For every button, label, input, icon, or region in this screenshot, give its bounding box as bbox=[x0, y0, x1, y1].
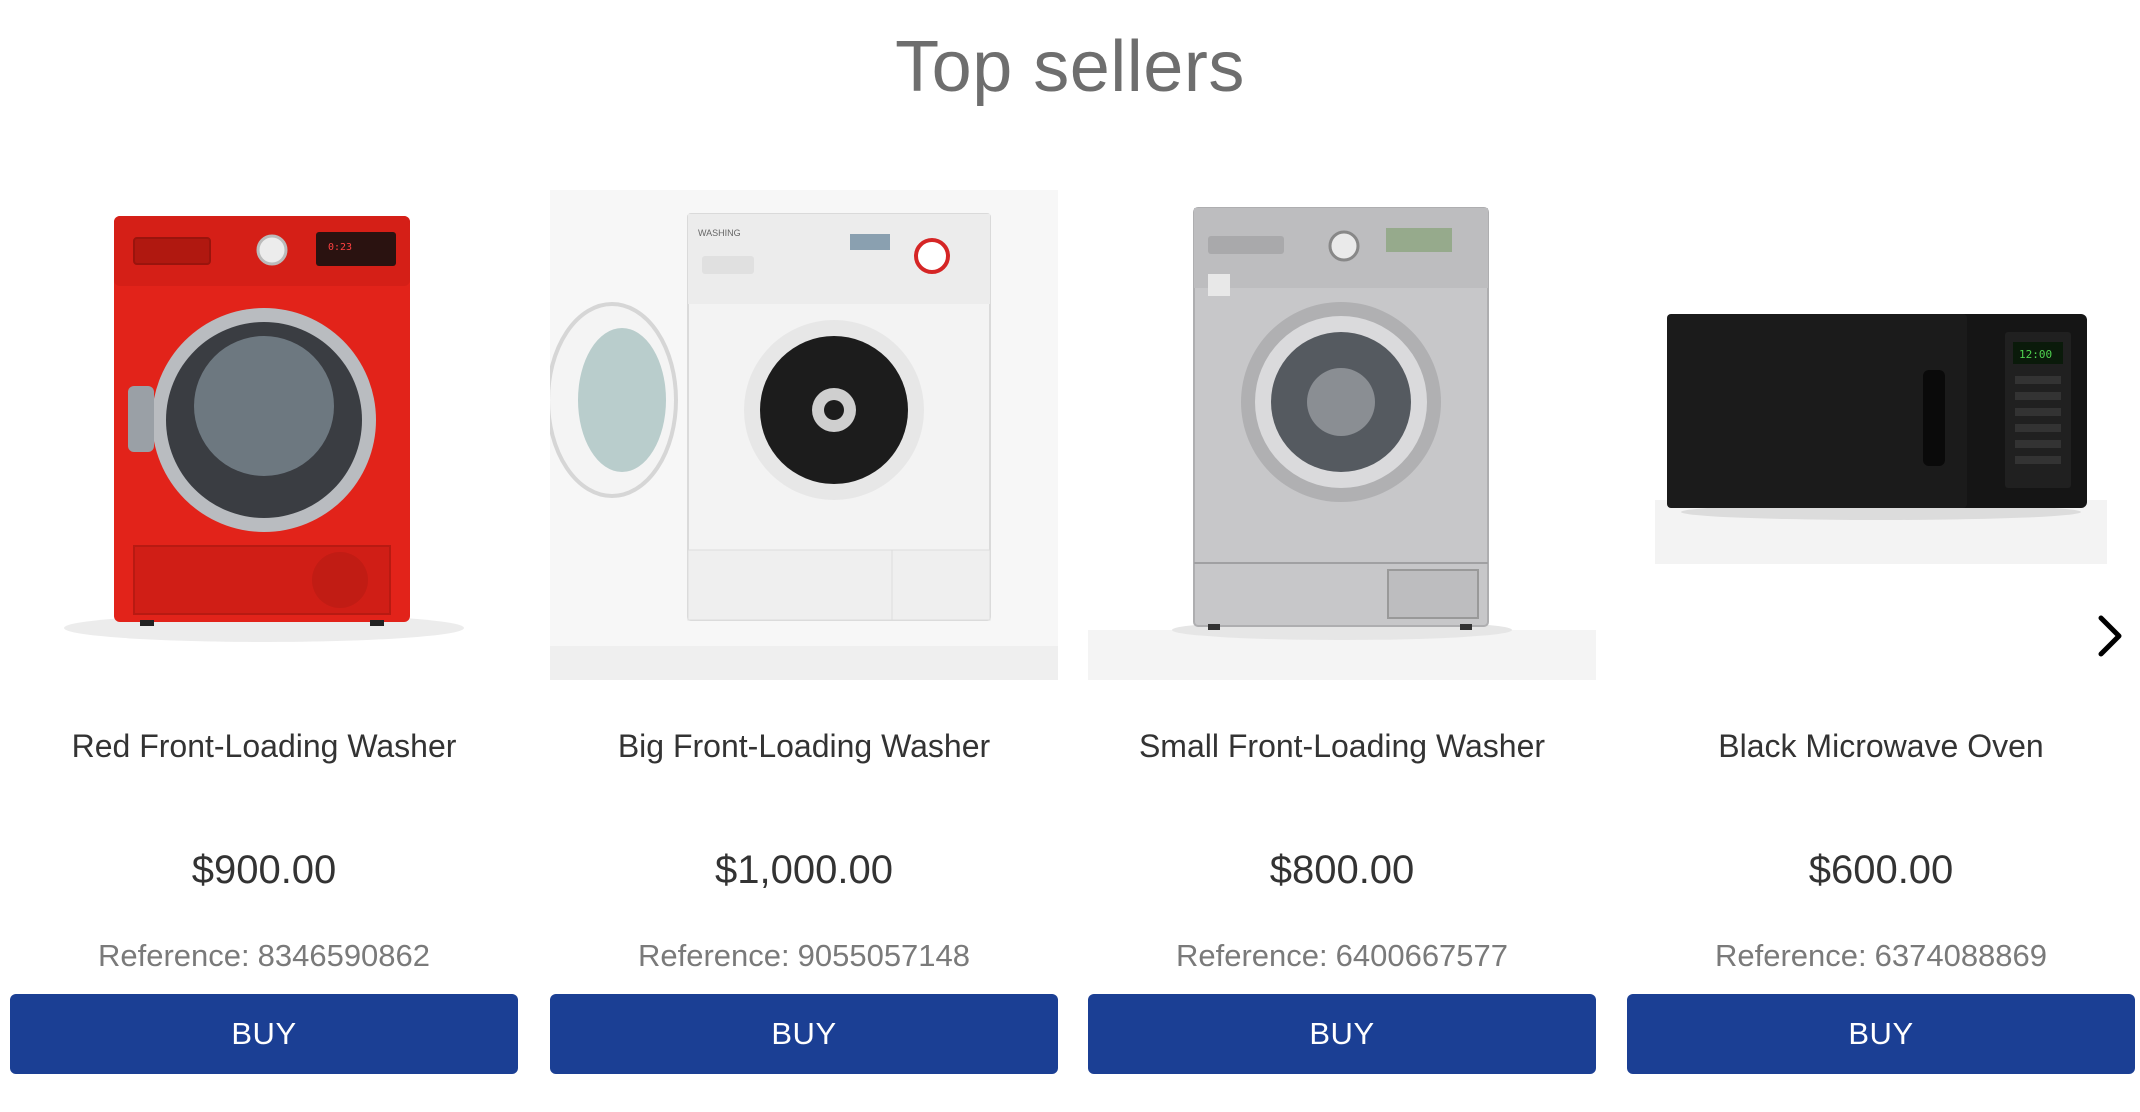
buy-button[interactable]: BUY bbox=[550, 994, 1058, 1074]
silver-washer-image bbox=[1088, 190, 1596, 680]
product-price: $1,000.00 bbox=[715, 848, 893, 892]
product-reference: Reference: 6400667577 bbox=[1088, 938, 1596, 974]
buy-button[interactable]: BUY bbox=[1627, 994, 2135, 1074]
product-image[interactable]: 0:23 bbox=[10, 190, 518, 680]
product-image[interactable] bbox=[1088, 190, 1596, 680]
product-image[interactable]: 12:00 bbox=[1627, 190, 2135, 680]
reference-number: 6400667577 bbox=[1335, 938, 1509, 973]
product-image[interactable]: WASHING bbox=[550, 190, 1058, 680]
product-reference: Reference: 8346590862 bbox=[10, 938, 518, 974]
svg-text:0:23: 0:23 bbox=[328, 242, 352, 253]
reference-label: Reference: bbox=[97, 938, 250, 973]
product-name[interactable]: Black Microwave Oven bbox=[1627, 728, 2135, 765]
product-price: $600.00 bbox=[1808, 848, 1954, 892]
buy-button[interactable]: BUY bbox=[10, 994, 518, 1074]
product-name[interactable]: Big Front-Loading Washer bbox=[550, 728, 1058, 765]
svg-text:WASHING: WASHING bbox=[698, 228, 741, 238]
reference-number: 8346590862 bbox=[257, 938, 431, 973]
reference-number: 9055057148 bbox=[797, 938, 971, 973]
carousel-next-button[interactable] bbox=[2080, 596, 2140, 676]
product-card: 0:23 Red Front-Loading Washer $900.00 Re… bbox=[10, 190, 518, 1080]
product-card: Small Front-Loading Washer $800.00 Refer… bbox=[1088, 190, 1596, 1080]
reference-label: Reference: bbox=[1175, 938, 1328, 973]
chevron-right-icon bbox=[2098, 615, 2122, 657]
product-name[interactable]: Red Front-Loading Washer bbox=[10, 728, 518, 765]
svg-text:12:00: 12:00 bbox=[2019, 348, 2052, 361]
product-card: WASHING Big Front-Loading Washer $1,000.… bbox=[550, 190, 1058, 1080]
product-price: $900.00 bbox=[191, 848, 337, 892]
red-washer-image: 0:23 bbox=[10, 190, 518, 680]
product-name[interactable]: Small Front-Loading Washer bbox=[1088, 728, 1596, 765]
product-price: $800.00 bbox=[1269, 848, 1415, 892]
buy-button[interactable]: BUY bbox=[1088, 994, 1596, 1074]
reference-label: Reference: bbox=[637, 938, 790, 973]
product-reference: Reference: 6374088869 bbox=[1627, 938, 2135, 974]
product-reference: Reference: 9055057148 bbox=[550, 938, 1058, 974]
top-sellers-page: Top sellers 0:23 Red Front-Loading Washe… bbox=[0, 0, 2140, 1112]
product-card: 12:00 Black Microwave Oven $600.00 Refer… bbox=[1627, 190, 2135, 1080]
section-title: Top sellers bbox=[895, 27, 1245, 107]
reference-number: 6374088869 bbox=[1874, 938, 2048, 973]
white-washer-image: WASHING bbox=[550, 190, 1058, 680]
reference-label: Reference: bbox=[1714, 938, 1867, 973]
microwave-image: 12:00 bbox=[1627, 190, 2135, 680]
